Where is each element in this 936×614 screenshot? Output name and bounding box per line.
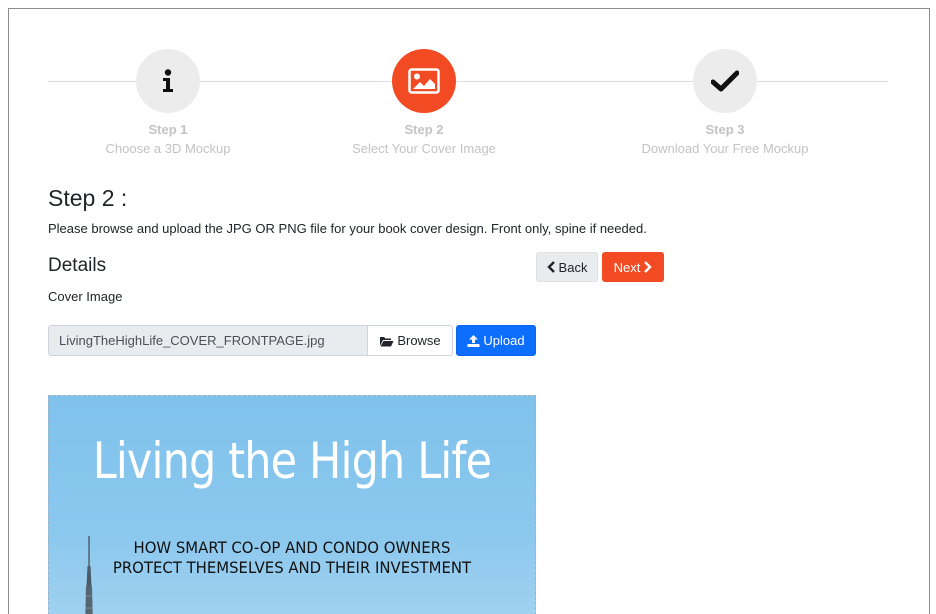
page-title: Step 2 : [48,185,128,211]
back-button[interactable]: Back [536,252,598,282]
step-2-number: Step 2 [404,122,444,137]
app-window: Step 1 Choose a 3D Mockup Step 2 Select … [8,8,930,614]
building-spire-graphic [79,536,99,614]
step-3-circle [693,49,757,113]
back-button-label: Back [558,259,588,275]
cover-subtitle-line-2: PROTECT THEMSELVES AND THEIR INVESTMENT [112,558,472,577]
step-1: Step 1 Choose a 3D Mockup [18,49,318,158]
folder-open-icon [379,335,394,347]
chevron-left-icon [546,261,556,273]
checkmark-icon [711,70,739,92]
upload-button-label: Upload [483,333,525,348]
file-name-text: LivingTheHighLife_COVER_FRONTPAGE.jpg [59,333,325,348]
chevron-right-icon [643,261,653,273]
step-2-circle [392,49,456,113]
step-3: Step 3 Download Your Free Mockup [575,49,875,158]
upload-icon [467,334,480,347]
image-icon [408,68,440,94]
step-1-circle [136,49,200,113]
step-1-label: Choose a 3D Mockup [105,141,231,156]
cover-title: Living the High Life [92,432,492,490]
cover-image-preview: Living the High Life HOW SMART CO-OP AND… [48,395,536,614]
browse-button[interactable]: Browse [367,325,453,356]
step-3-number: Step 3 [705,122,745,137]
details-heading: Details [48,255,107,276]
cover-subtitle-line-1: HOW SMART CO-OP AND CONDO OWNERS [133,538,451,557]
browse-button-label: Browse [397,333,441,348]
next-button[interactable]: Next [602,252,664,282]
upload-button[interactable]: Upload [456,325,536,356]
instructions-text: Please browse and upload the JPG OR PNG … [48,221,647,236]
progress-stepper: Step 1 Choose a 3D Mockup Step 2 Select … [9,9,929,169]
step-3-label: Download Your Free Mockup [641,141,809,156]
step-2-label: Select Your Cover Image [352,141,496,156]
cover-image-label: Cover Image [48,289,123,304]
file-name-field[interactable]: LivingTheHighLife_COVER_FRONTPAGE.jpg [48,325,368,356]
step-1-number: Step 1 [148,122,188,137]
step-2: Step 2 Select Your Cover Image [274,49,574,158]
next-button-label: Next [613,259,641,275]
cover-subtitle: HOW SMART CO-OP AND CONDO OWNERS PROTECT… [66,538,518,578]
info-icon [161,69,175,93]
